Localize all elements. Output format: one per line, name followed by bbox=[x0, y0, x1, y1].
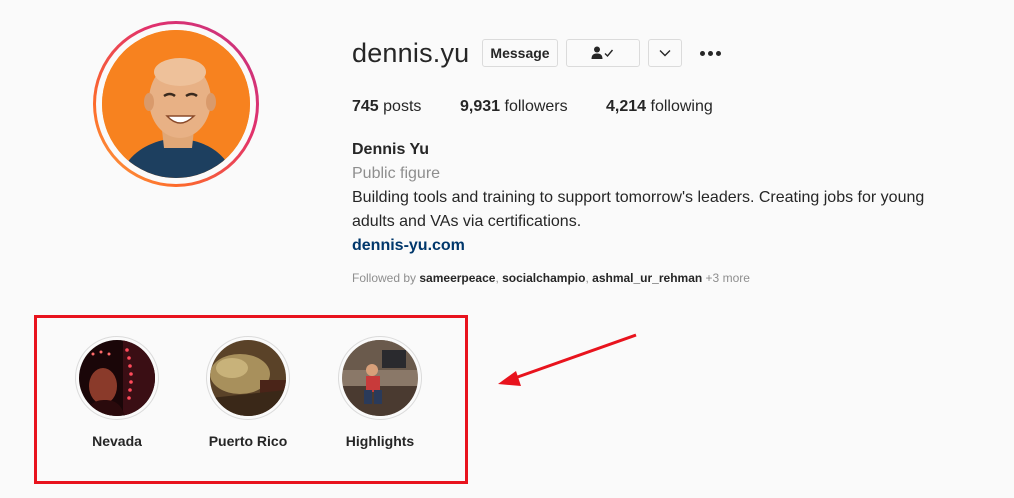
annotation-arrow-icon bbox=[498, 333, 637, 386]
